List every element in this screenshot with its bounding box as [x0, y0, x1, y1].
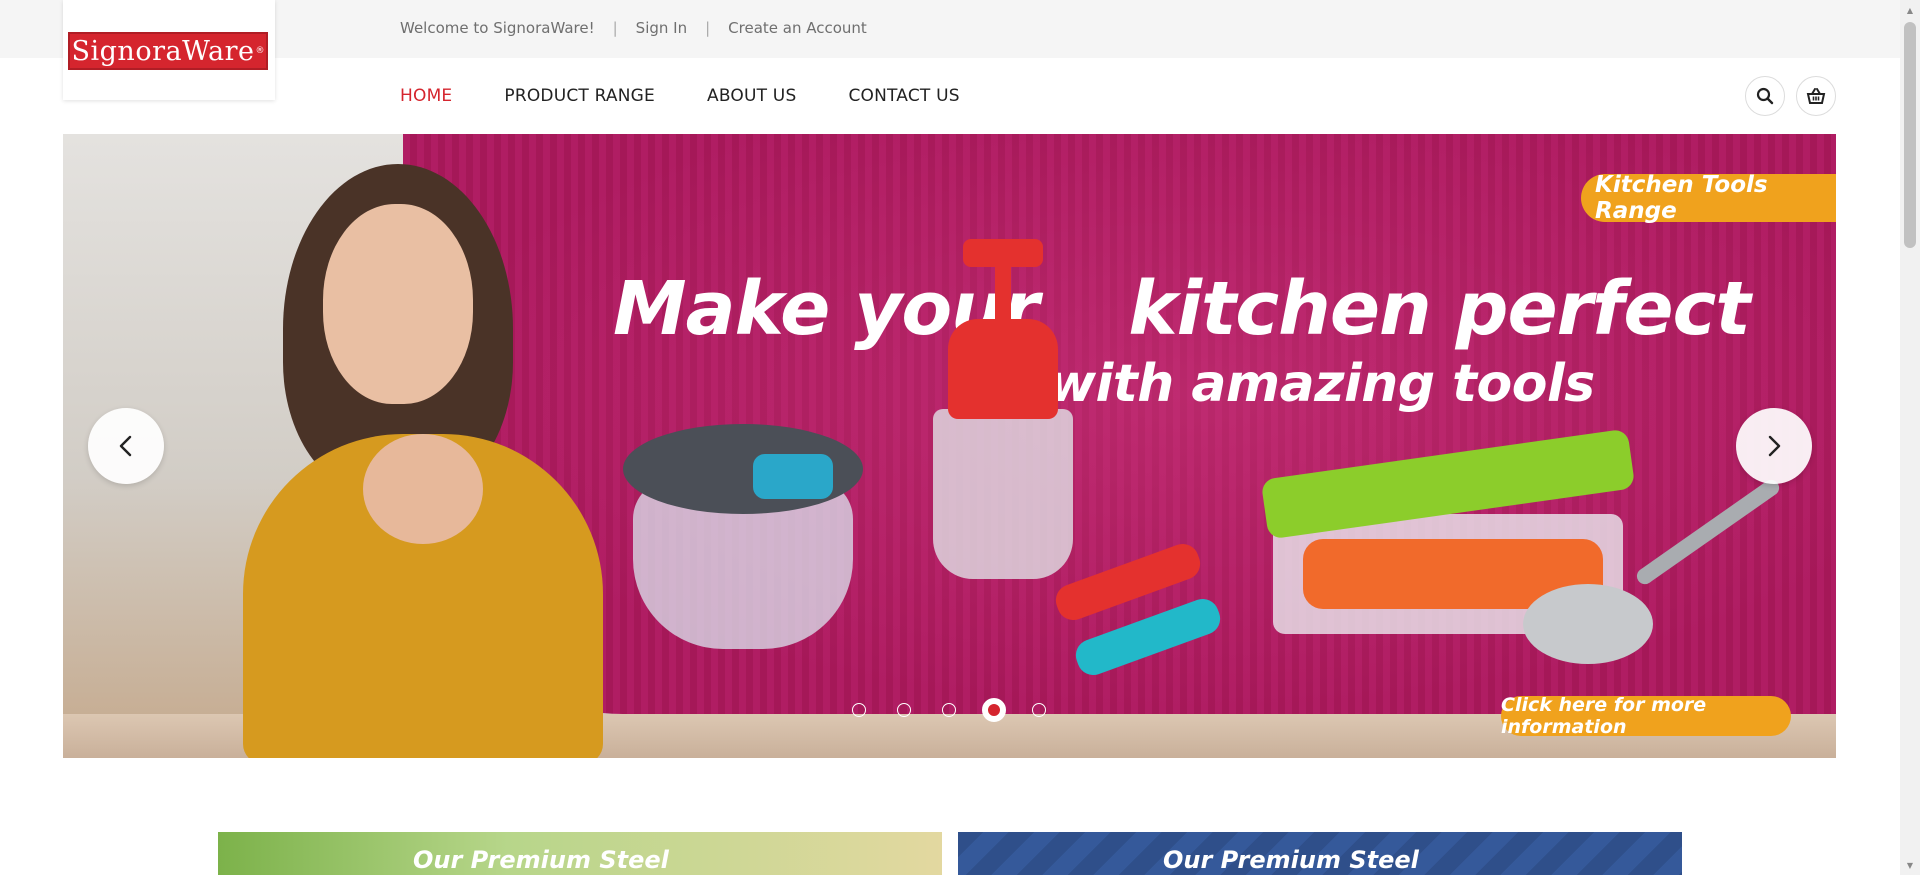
slider-dot-2[interactable] — [897, 703, 911, 717]
hero-headline: Make your kitchen perfect — [613, 266, 1751, 352]
promo-banner-2-title: Our Premium Steel — [1163, 846, 1419, 874]
divider: | — [612, 19, 618, 37]
create-account-link[interactable]: Create an Account — [728, 19, 867, 37]
divider: | — [705, 19, 711, 37]
header-icons — [1745, 76, 1836, 116]
category-badge: Kitchen Tools Range — [1581, 172, 1836, 224]
scrollbar-thumb[interactable] — [1904, 22, 1916, 248]
welcome-text: Welcome to SignoraWare! — [400, 19, 595, 37]
page-scrollbar[interactable]: ▲ ▼ — [1900, 0, 1920, 875]
chevron-left-icon — [119, 435, 132, 457]
slider-dots — [852, 698, 1046, 722]
logo-container[interactable]: SignoraWare ® — [63, 0, 275, 100]
slider-prev-button[interactable] — [88, 408, 164, 484]
sign-in-link[interactable]: Sign In — [636, 19, 687, 37]
slider-dot-4[interactable] — [982, 698, 1006, 722]
top-bar: Welcome to SignoraWare! | Sign In | Crea… — [0, 0, 1900, 58]
registered-mark: ® — [255, 46, 265, 56]
product-push-chopper-image — [923, 239, 1083, 599]
logo-text: SignoraWare — [71, 35, 255, 67]
slider-dot-5[interactable] — [1032, 703, 1046, 717]
hero-subheadline: with amazing tools — [1048, 354, 1595, 414]
promo-banner-1[interactable]: Our Premium Steel — [218, 832, 942, 875]
slider-dot-3[interactable] — [942, 703, 956, 717]
search-button[interactable] — [1745, 76, 1785, 116]
scroll-down-arrow-icon[interactable]: ▼ — [1900, 857, 1920, 873]
headline-part2: kitchen perfect — [1128, 266, 1750, 352]
scroll-up-arrow-icon[interactable]: ▲ — [1900, 2, 1920, 18]
top-links: Welcome to SignoraWare! | Sign In | Crea… — [400, 0, 867, 56]
model-photo — [243, 164, 603, 758]
search-icon — [1756, 87, 1774, 105]
hero-slider: Kitchen Tools Range Make your kitchen per… — [63, 134, 1836, 758]
slider-next-button[interactable] — [1736, 408, 1812, 484]
nav-item-about-us[interactable]: ABOUT US — [707, 86, 796, 106]
nav-item-contact-us[interactable]: CONTACT US — [848, 86, 959, 106]
basket-icon — [1806, 88, 1826, 104]
chevron-right-icon — [1768, 435, 1781, 457]
promo-banner-1-title: Our Premium Steel — [413, 846, 669, 874]
slider-dot-1[interactable] — [852, 703, 866, 717]
main-nav: HOME PRODUCT RANGE ABOUT US CONTACT US — [400, 64, 1012, 128]
more-info-button[interactable]: Click here for more information — [1501, 694, 1791, 738]
nav-item-home[interactable]: HOME — [400, 86, 452, 106]
promo-banner-2[interactable]: Our Premium Steel — [958, 832, 1682, 875]
nav-item-product-range[interactable]: PRODUCT RANGE — [504, 86, 655, 106]
product-chopper-image — [623, 424, 863, 654]
product-spoon-image — [1523, 584, 1653, 664]
cart-button[interactable] — [1796, 76, 1836, 116]
logo[interactable]: SignoraWare ® — [68, 32, 268, 70]
